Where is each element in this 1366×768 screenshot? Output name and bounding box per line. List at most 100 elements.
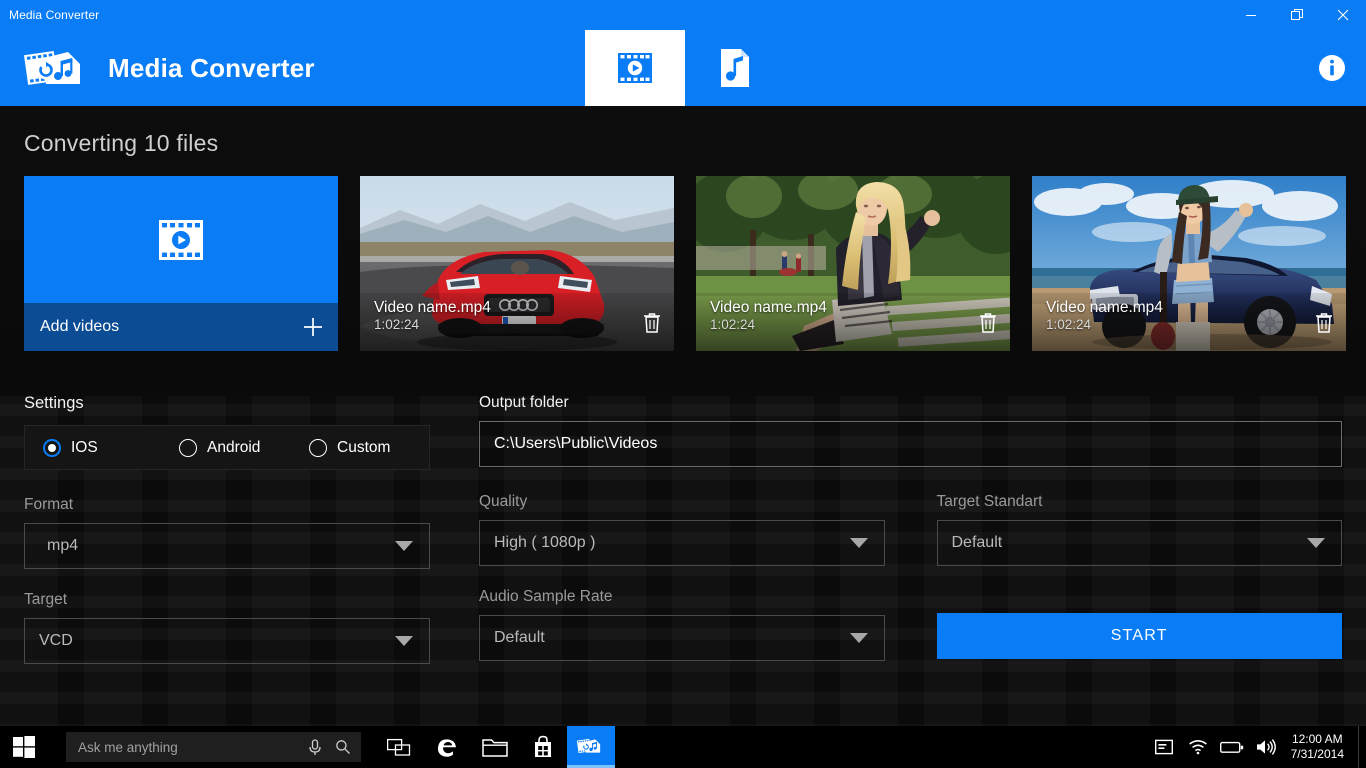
media-converter-logo-icon bbox=[23, 51, 80, 85]
target-standart-select[interactable]: Default bbox=[936, 520, 1342, 566]
output-folder-input[interactable]: C:\Users\Public\Videos bbox=[479, 421, 1342, 467]
video-tile[interactable]: Video name.mp4 1:02:24 bbox=[696, 176, 1010, 351]
chevron-down-icon bbox=[849, 538, 868, 548]
edge-browser-icon bbox=[437, 739, 456, 757]
audio-sample-rate-label: Audio Sample Rate bbox=[479, 588, 613, 605]
video-name: Video name.mp4 bbox=[710, 299, 827, 316]
search-input[interactable]: Ask me anything bbox=[66, 732, 361, 762]
window-controls bbox=[1228, 0, 1366, 30]
preset-option-ios[interactable]: IOS bbox=[25, 438, 163, 457]
add-videos-icon-wrap bbox=[24, 176, 338, 303]
application-window: Media Converter Media Converter Converti… bbox=[0, 0, 1366, 768]
preset-label: IOS bbox=[71, 438, 98, 456]
close-icon bbox=[1337, 9, 1349, 21]
add-videos-label: Add videos bbox=[40, 318, 120, 335]
restore-button[interactable] bbox=[1274, 0, 1320, 30]
video-tile-meta: Video name.mp4 1:02:24 bbox=[374, 299, 491, 333]
target-standart-column: Target Standart Default START bbox=[936, 493, 1342, 661]
start-button-label: START bbox=[1110, 627, 1168, 644]
brand-title: Media Converter bbox=[108, 52, 315, 83]
main-content: Converting 10 files Add videos Video nam… bbox=[0, 106, 1366, 726]
tab-video[interactable] bbox=[585, 30, 685, 106]
minimize-icon bbox=[1246, 15, 1256, 16]
preset-option-custom[interactable]: Custom bbox=[299, 438, 429, 457]
action-center-button[interactable] bbox=[1147, 726, 1181, 768]
video-tile-overlay: Video name.mp4 1:02:24 bbox=[1032, 293, 1346, 351]
speaker-icon bbox=[1256, 739, 1276, 755]
preset-radio-group: IOS Android Custom bbox=[24, 425, 430, 470]
taskbar-item-media-converter[interactable] bbox=[567, 726, 615, 768]
output-panel: Output folder C:\Users\Public\Videos Qua… bbox=[479, 394, 1342, 661]
clock-date: 7/31/2014 bbox=[1290, 747, 1344, 761]
volume-button[interactable] bbox=[1249, 726, 1283, 768]
start-button[interactable]: START bbox=[936, 613, 1342, 659]
video-tile[interactable]: Video name.mp4 1:02:24 bbox=[360, 176, 674, 351]
taskbar-item-file-explorer[interactable] bbox=[471, 726, 519, 768]
video-tiles: Add videos Video name.mp4 1:02:24 Video … bbox=[24, 176, 1346, 351]
video-name: Video name.mp4 bbox=[1046, 299, 1163, 316]
preset-label: Custom bbox=[337, 438, 391, 456]
format-label: Format bbox=[24, 496, 74, 513]
trash-icon[interactable] bbox=[978, 311, 998, 335]
chevron-down-icon bbox=[395, 636, 413, 646]
quality-select[interactable]: High ( 1080p ) bbox=[479, 520, 885, 566]
clock[interactable]: 12:00 AM 7/31/2014 bbox=[1283, 726, 1358, 768]
microphone-icon[interactable] bbox=[307, 738, 323, 756]
taskbar-item-task-view[interactable] bbox=[375, 726, 423, 768]
title-bar: Media Converter bbox=[0, 0, 1366, 30]
output-folder-label: Output folder bbox=[479, 394, 569, 411]
add-videos-tile[interactable]: Add videos bbox=[24, 176, 338, 351]
close-button[interactable] bbox=[1320, 0, 1366, 30]
minimize-button[interactable] bbox=[1228, 0, 1274, 30]
taskbar-items bbox=[375, 726, 615, 768]
search-icon[interactable] bbox=[335, 739, 351, 755]
settings-grid: Quality High ( 1080p ) Audio Sample Rate… bbox=[479, 493, 1342, 661]
taskbar: Ask me anything 12:00 AM 7/31/2014 bbox=[0, 726, 1366, 768]
restore-icon bbox=[1290, 8, 1303, 20]
clock-time: 12:00 AM bbox=[1291, 732, 1343, 746]
chevron-down-icon bbox=[395, 541, 413, 551]
windows-start-icon bbox=[13, 736, 35, 758]
media-converter-icon bbox=[576, 738, 601, 753]
video-tile-overlay: Video name.mp4 1:02:24 bbox=[360, 293, 674, 351]
preset-option-android[interactable]: Android bbox=[163, 438, 299, 457]
video-duration: 1:02:24 bbox=[1046, 317, 1092, 333]
network-button[interactable] bbox=[1181, 726, 1215, 768]
target-label: Target bbox=[24, 591, 68, 608]
system-tray: 12:00 AM 7/31/2014 bbox=[1147, 726, 1366, 768]
audio-sample-rate-select[interactable]: Default bbox=[479, 615, 885, 661]
video-film-icon bbox=[618, 53, 652, 83]
target-value: VCD bbox=[39, 632, 73, 649]
format-select[interactable]: mp4 bbox=[24, 523, 430, 569]
settings-panel: Settings IOS Android Custom Format mp4 T… bbox=[24, 394, 430, 664]
taskbar-item-edge[interactable] bbox=[423, 726, 471, 768]
trash-icon[interactable] bbox=[1314, 311, 1334, 335]
format-value: mp4 bbox=[47, 537, 79, 554]
video-duration: 1:02:24 bbox=[374, 317, 420, 333]
settings-title: Settings bbox=[24, 394, 84, 412]
video-tile-meta: Video name.mp4 1:02:24 bbox=[710, 299, 827, 333]
action-center-icon bbox=[1154, 739, 1173, 755]
video-tile[interactable]: Video name.mp4 1:02:24 bbox=[1032, 176, 1346, 351]
header-tabs bbox=[585, 30, 785, 106]
brand: Media Converter bbox=[0, 44, 315, 92]
info-button[interactable] bbox=[1318, 54, 1346, 82]
target-standart-label: Target Standart bbox=[936, 493, 1043, 510]
audio-sample-rate-value: Default bbox=[494, 629, 545, 646]
folder-icon bbox=[482, 739, 508, 757]
output-folder-value: C:\Users\Public\Videos bbox=[494, 435, 658, 452]
target-standart-value: Default bbox=[951, 534, 1003, 551]
add-videos-bar: Add videos bbox=[24, 303, 338, 351]
battery-icon bbox=[1219, 741, 1243, 753]
taskbar-item-store[interactable] bbox=[519, 726, 567, 768]
window-caption: Media Converter bbox=[9, 8, 100, 22]
trash-icon[interactable] bbox=[642, 311, 662, 335]
start-button-taskbar[interactable] bbox=[0, 726, 48, 768]
store-bag-icon bbox=[535, 735, 551, 757]
show-desktop-button[interactable] bbox=[1358, 726, 1366, 768]
info-icon bbox=[1319, 55, 1345, 81]
battery-button[interactable] bbox=[1215, 726, 1249, 768]
quality-label: Quality bbox=[479, 493, 528, 510]
target-select[interactable]: VCD bbox=[24, 618, 430, 664]
tab-audio[interactable] bbox=[685, 30, 785, 106]
